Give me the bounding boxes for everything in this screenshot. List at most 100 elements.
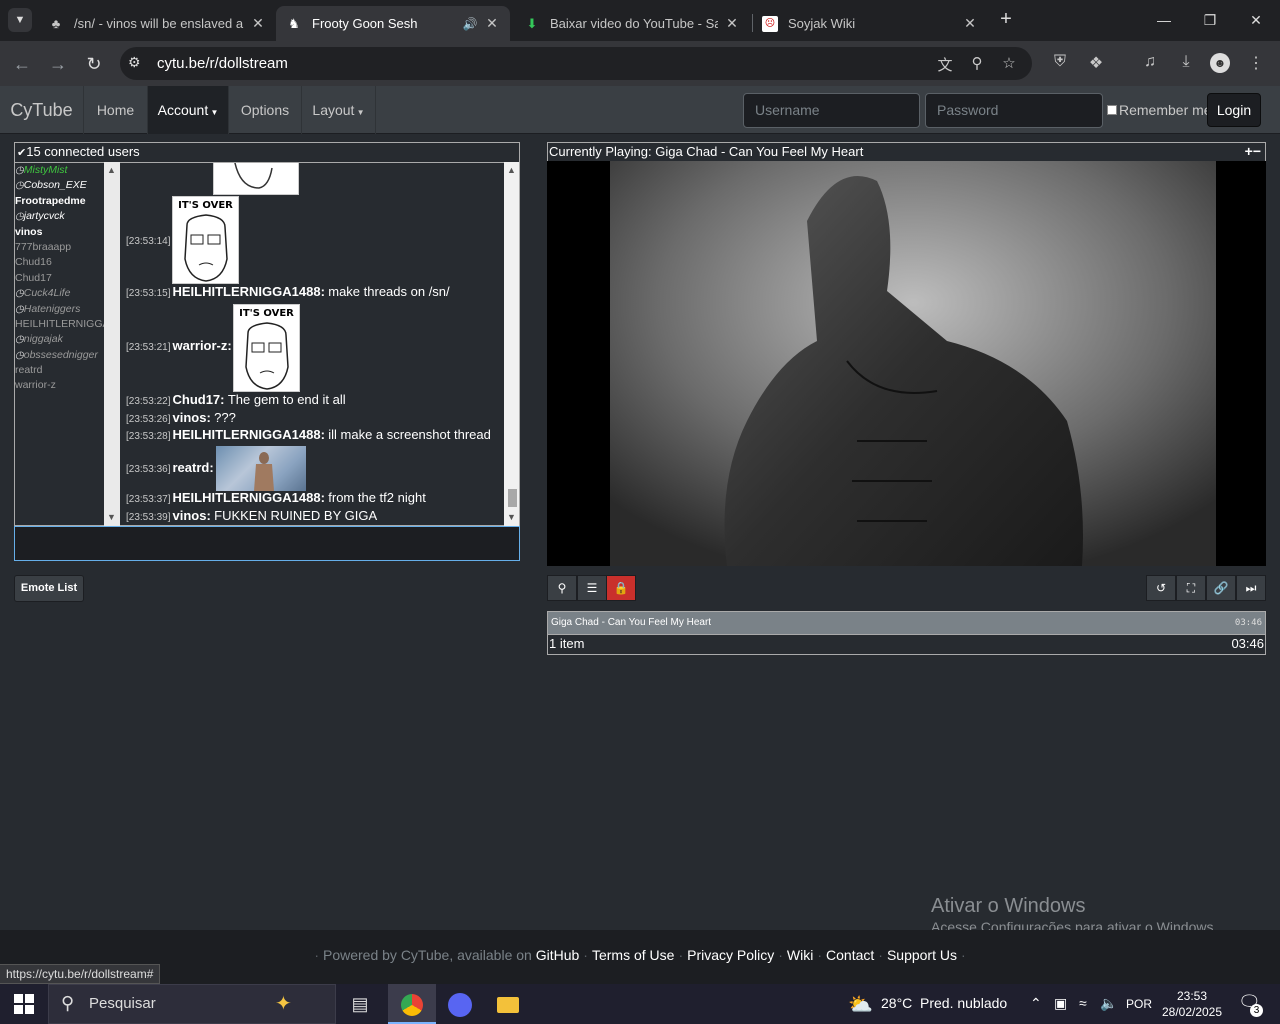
forward-icon[interactable]: → bbox=[45, 51, 71, 77]
scroll-up-icon[interactable]: ▲ bbox=[107, 165, 116, 175]
password-field[interactable]: Password bbox=[925, 93, 1103, 128]
close-icon[interactable]: ✕ bbox=[250, 15, 266, 32]
username[interactable]: reatrd: bbox=[172, 460, 213, 475]
username[interactable]: Chud17: bbox=[172, 392, 224, 407]
remember-me[interactable]: Remember me bbox=[1107, 102, 1212, 118]
username[interactable]: vinos: bbox=[172, 508, 210, 523]
scroll-down-icon[interactable]: ▼ bbox=[107, 512, 116, 522]
login-button[interactable]: Login bbox=[1207, 93, 1261, 127]
reload-icon[interactable]: ↻ bbox=[81, 51, 107, 77]
remember-checkbox[interactable] bbox=[1107, 105, 1117, 115]
zoom-icon[interactable]: ⚲ bbox=[966, 54, 988, 74]
audio-playing-icon[interactable]: 🔊 bbox=[462, 17, 478, 31]
task-view-icon[interactable]: ▤ bbox=[336, 984, 384, 1024]
nav-options[interactable]: Options bbox=[229, 86, 302, 134]
restore-button[interactable]: ❐ bbox=[1187, 6, 1233, 34]
translate-icon[interactable]: 文 bbox=[934, 54, 956, 74]
playlist-button[interactable]: ☰ bbox=[577, 575, 607, 601]
windows-start-icon[interactable] bbox=[14, 994, 34, 1014]
nav-layout[interactable]: Layout ▼ bbox=[302, 86, 376, 134]
tab-frooty-goon-sesh[interactable]: ♞ Frooty Goon Sesh 🔊 ✕ bbox=[276, 6, 510, 41]
lock-playlist-button[interactable]: 🔒 bbox=[606, 575, 636, 601]
language-indicator[interactable]: POR bbox=[1126, 997, 1152, 1011]
username[interactable]: HEILHITLERNIGGA1488: bbox=[172, 490, 324, 505]
username[interactable]: HEILHITLERNIGGA1488: bbox=[172, 427, 324, 442]
now-playing-header: Currently Playing: Giga Chad - Can You F… bbox=[547, 142, 1266, 161]
menu-kebab-icon[interactable]: ⋮ bbox=[1244, 53, 1268, 75]
scroll-thumb[interactable] bbox=[508, 489, 517, 507]
link-icon: 🔗 bbox=[1213, 581, 1229, 595]
media-control-icon[interactable]: ♫ bbox=[1138, 53, 1162, 75]
skip-button[interactable]: ⏭ bbox=[1236, 575, 1266, 601]
userlist-name: obssesednigger bbox=[23, 348, 98, 361]
bookmark-star-icon[interactable]: ☆ bbox=[998, 54, 1020, 74]
new-tab-button[interactable]: + bbox=[994, 8, 1018, 32]
video-player[interactable] bbox=[547, 161, 1266, 566]
username[interactable]: vinos: bbox=[172, 410, 210, 425]
site-info-icon[interactable]: ⚙ bbox=[128, 54, 141, 71]
chat-scrollbar[interactable]: ▲ ▼ bbox=[504, 162, 520, 526]
minimize-button[interactable]: — bbox=[1141, 6, 1187, 34]
plus-icon[interactable]: + bbox=[1245, 143, 1253, 159]
footer-link-github[interactable]: GitHub bbox=[536, 947, 580, 963]
chrome-icon[interactable] bbox=[388, 984, 436, 1024]
tab-search-button[interactable]: ▼ bbox=[8, 8, 32, 32]
volume-icon[interactable]: 🔈 bbox=[1100, 995, 1117, 1012]
shield-extension-icon[interactable]: ⛨ bbox=[1048, 53, 1072, 75]
timestamp: [23:53:36] bbox=[126, 464, 171, 475]
tab-baixar-video[interactable]: ⬇ Baixar video do YouTube - Save ✕ bbox=[514, 6, 750, 41]
weather-icon[interactable]: ⛅ bbox=[848, 992, 873, 1017]
footer-link-wiki[interactable]: Wiki bbox=[787, 947, 813, 963]
emote-list-button[interactable]: Emote List bbox=[14, 575, 84, 602]
playlist-item[interactable]: Giga Chad - Can You Feel My Heart 03:46 bbox=[547, 611, 1266, 635]
footer-link-privacy[interactable]: Privacy Policy bbox=[687, 947, 774, 963]
userlist-scrollbar[interactable]: ▲ ▼ bbox=[104, 162, 120, 526]
reload-player-button[interactable]: ↺ bbox=[1146, 575, 1176, 601]
search-media-button[interactable]: ⚲ bbox=[547, 575, 577, 601]
meet-now-icon[interactable]: ▣ bbox=[1054, 995, 1067, 1012]
person-silhouette bbox=[254, 452, 274, 491]
scroll-down-icon[interactable]: ▼ bbox=[507, 512, 516, 522]
fullscreen-button[interactable]: ⛶ bbox=[1176, 575, 1206, 601]
chat-input[interactable] bbox=[14, 526, 520, 561]
nav-home[interactable]: Home bbox=[84, 86, 148, 134]
close-window-button[interactable]: ✕ bbox=[1233, 6, 1279, 34]
weather-desc[interactable]: Pred. nublado bbox=[920, 995, 1007, 1011]
wifi-icon[interactable]: ≈ bbox=[1079, 995, 1087, 1011]
close-icon[interactable]: ✕ bbox=[484, 15, 500, 32]
username[interactable]: HEILHITLERNIGGA1488: bbox=[172, 284, 324, 299]
userlist-toggle[interactable]: ✔15 connected users bbox=[14, 142, 520, 162]
weather-temp[interactable]: 28°C bbox=[881, 995, 912, 1011]
file-explorer-icon[interactable] bbox=[484, 984, 532, 1024]
link-button[interactable]: 🔗 bbox=[1206, 575, 1236, 601]
video-resize-controls[interactable]: +− bbox=[1245, 143, 1261, 160]
scroll-up-icon[interactable]: ▲ bbox=[507, 165, 516, 175]
brand[interactable]: CyTube bbox=[0, 86, 84, 134]
downloads-icon[interactable]: ⤓ bbox=[1174, 53, 1198, 75]
userlist-name: Cobson_EXE bbox=[23, 179, 87, 192]
minus-icon[interactable]: − bbox=[1253, 143, 1261, 159]
search-icon: ⚲ bbox=[61, 993, 75, 1013]
taskbar-search[interactable]: ⚲ Pesquisar ✦ bbox=[48, 984, 336, 1024]
profile-avatar[interactable]: ☻ bbox=[1210, 53, 1230, 73]
chevron-up-icon[interactable]: ⌃ bbox=[1030, 995, 1042, 1012]
username[interactable]: warrior-z: bbox=[172, 338, 231, 353]
clock[interactable]: 23:53 28/02/2025 bbox=[1158, 988, 1226, 1020]
tab-soyjak-wiki[interactable]: ☹ Soyjak Wiki ✕ bbox=[752, 6, 988, 41]
footer-link-terms[interactable]: Terms of Use bbox=[592, 947, 674, 963]
message-text: make threads on /sn/ bbox=[328, 284, 450, 299]
footer-link-support[interactable]: Support Us bbox=[887, 947, 957, 963]
close-icon[interactable]: ✕ bbox=[724, 15, 740, 32]
extensions-icon[interactable]: ❖ bbox=[1084, 53, 1108, 75]
nav-account[interactable]: Account ▼ bbox=[148, 86, 229, 134]
message-text: ??? bbox=[214, 410, 236, 425]
back-icon[interactable]: ← bbox=[9, 51, 35, 77]
close-icon[interactable]: ✕ bbox=[962, 15, 978, 32]
footer-link-contact[interactable]: Contact bbox=[826, 947, 874, 963]
address-bar[interactable]: ⚙ cytu.be/r/dollstream 文 ⚲ ☆ bbox=[120, 47, 1032, 80]
its-over-emote-image: IT'S OVER bbox=[172, 196, 239, 284]
userlist-name: reatrd bbox=[15, 364, 43, 377]
tab-sn[interactable]: ♣ /sn/ - vinos will be enslaved and ✕ bbox=[38, 6, 276, 41]
discord-icon[interactable] bbox=[436, 984, 484, 1024]
username-field[interactable]: Username bbox=[743, 93, 920, 128]
